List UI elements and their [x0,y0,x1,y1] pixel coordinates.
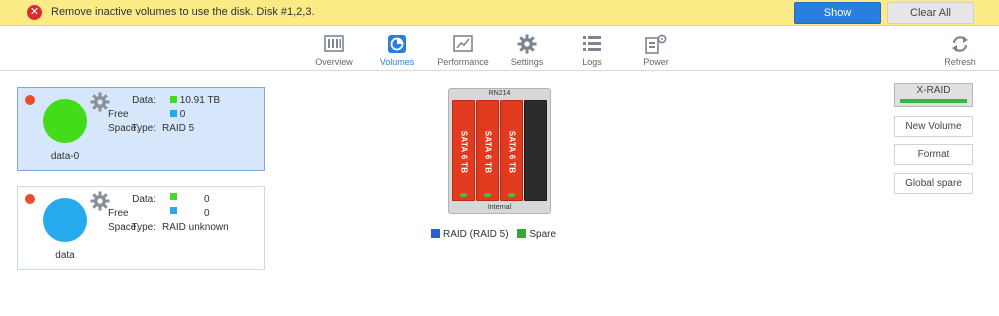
chassis-model: RN214 [488,90,511,97]
disk-bay-1[interactable]: SATA 6 TB [452,100,475,201]
nav-label: Logs [582,57,602,67]
gear-icon[interactable] [90,92,110,112]
raid-swatch [431,229,440,238]
status-dot [25,194,35,204]
nav-label: Refresh [944,57,976,67]
new-volume-button[interactable]: New Volume [894,116,973,137]
nav-power[interactable]: Power [623,34,689,67]
free-swatch [170,207,177,214]
settings-icon [517,34,537,54]
data-swatch [170,96,177,103]
volume-info: Data: 0 Free Space: 0 Type: RAID unknown [108,193,258,235]
main-nav: Overview Volumes Performance Settings Lo… [0,27,999,71]
nav-label: Settings [510,57,544,67]
gear-icon[interactable] [90,191,110,211]
error-icon: ✕ [27,5,42,20]
chassis-diagram: RN214 SATA 6 TB SATA 6 TB SATA 6 TB Inte… [448,88,551,214]
performance-icon [453,35,473,52]
volume-card-data[interactable]: Data: 0 Free Space: 0 Type: RAID unknown… [17,186,265,270]
nav-logs[interactable]: Logs [559,34,625,67]
data-value: 0 [204,194,210,205]
power-icon [645,34,667,54]
volume-name: data-0 [50,151,80,162]
raid-legend-label: RAID (RAID 5) [443,229,509,240]
format-button[interactable]: Format [894,144,973,165]
disk-bay-2[interactable]: SATA 6 TB [476,100,499,201]
data-swatch [170,193,177,200]
nav-label: Power [643,57,669,67]
volume-info: Data: 10.91 TB Free Space: 0 Type: RAID … [108,94,228,136]
refresh-button[interactable]: Refresh [927,34,993,67]
disk-led [508,193,515,197]
disk-label: SATA 6 TB [507,131,516,174]
volume-usage-circle [43,99,87,143]
disk-led [460,193,467,197]
nav-label: Volumes [379,57,415,67]
nav-performance[interactable]: Performance [430,34,496,67]
nav-volumes[interactable]: Volumes [364,34,430,67]
x-raid-button[interactable]: X-RAID [894,83,973,107]
volume-card-data-0[interactable]: Data: 10.91 TB Free Space: 0 Type: RAID … [17,87,265,171]
free-swatch [170,110,177,117]
volume-usage-circle [43,198,87,242]
disk-led [484,193,491,197]
disk-label: SATA 6 TB [459,131,468,174]
type-value: RAID 5 [162,123,195,134]
data-label: Data: [132,194,156,205]
free-space-value: 0 [179,109,186,120]
free-space-value: 0 [204,208,210,219]
show-button[interactable]: Show [794,2,881,24]
x-raid-label: X-RAID [916,85,951,96]
disk-label: SATA 6 TB [483,131,492,174]
type-label: Type: [131,123,156,134]
nav-settings[interactable]: Settings [494,34,560,67]
alert-message: Remove inactive volumes to use the disk.… [51,6,315,18]
data-label: Data: [132,95,156,106]
type-value: RAID unknown [162,222,229,233]
global-spare-button[interactable]: Global spare [894,173,973,194]
overview-icon [324,35,344,52]
spare-legend-label: Spare [529,229,557,240]
disk-legend: RAID (RAID 5) Spare [431,229,562,240]
spare-swatch [517,229,527,238]
type-label: Type: [131,222,156,233]
status-dot [25,95,35,105]
alert-bar: ✕ Remove inactive volumes to use the dis… [0,0,999,26]
clear-all-button[interactable]: Clear All [887,2,974,24]
x-raid-status-bar [900,99,967,103]
chassis-location: Internal [487,204,512,211]
data-value: 10.91 TB [179,95,221,106]
logs-icon [583,36,601,51]
volumes-icon [388,35,406,53]
nav-label: Overview [315,57,353,67]
disk-bay-4-empty[interactable] [524,100,547,201]
nav-overview[interactable]: Overview [301,34,367,67]
volume-name: data [55,250,75,261]
disk-bay-3[interactable]: SATA 6 TB [500,100,523,201]
nav-label: Performance [437,57,489,67]
refresh-icon [952,36,968,52]
